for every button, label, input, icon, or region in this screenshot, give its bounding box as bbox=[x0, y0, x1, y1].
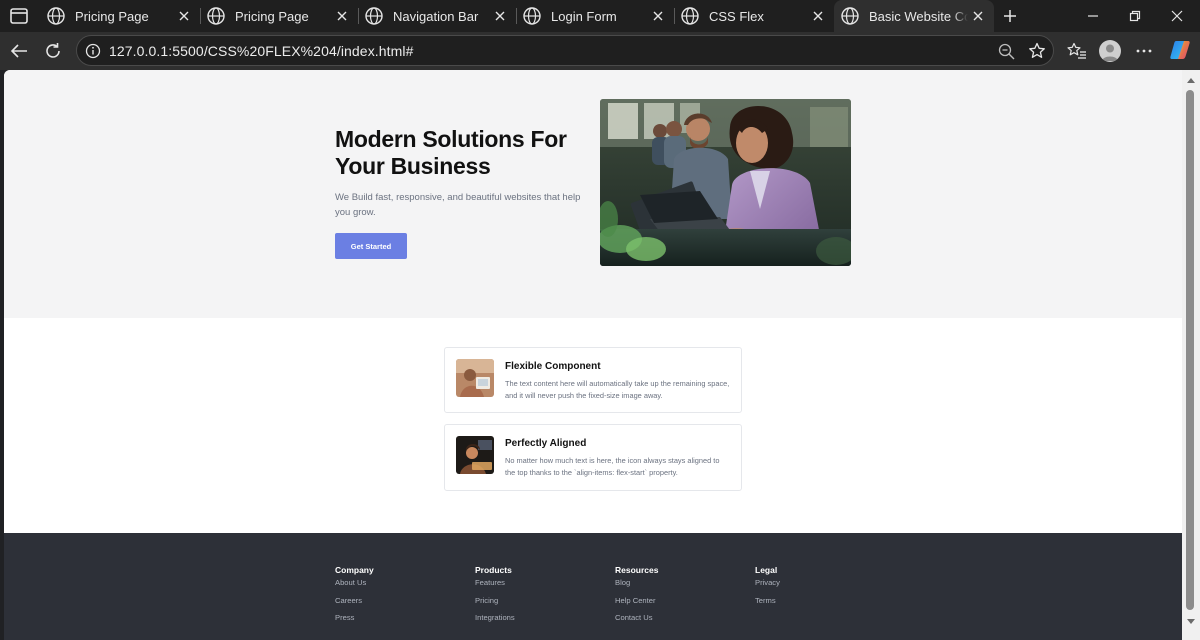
hero-title: Modern Solutions For Your Business bbox=[335, 126, 567, 179]
close-icon[interactable] bbox=[968, 6, 988, 26]
footer-link[interactable]: Careers bbox=[335, 595, 455, 613]
close-icon[interactable] bbox=[808, 6, 828, 26]
refresh-icon bbox=[46, 43, 60, 58]
hero-subtitle: We Build fast, responsive, and beautiful… bbox=[335, 192, 581, 218]
close-icon bbox=[1171, 10, 1183, 22]
globe-icon bbox=[207, 7, 225, 25]
info-icon[interactable] bbox=[83, 41, 103, 61]
globe-icon bbox=[681, 7, 699, 25]
globe-icon bbox=[47, 7, 65, 25]
arrow-left-icon bbox=[10, 44, 27, 58]
footer-link[interactable]: Features bbox=[475, 577, 595, 595]
globe-icon bbox=[523, 7, 541, 25]
card-title: Perfectly Aligned bbox=[505, 438, 587, 449]
footer-link[interactable]: Terms bbox=[755, 595, 875, 613]
tab-strip: Pricing Page Pricing Page Navigation Bar… bbox=[0, 0, 1200, 32]
browser-toolbar: 127.0.0.1:5500/CSS%20FLEX%204/index.html… bbox=[0, 32, 1200, 70]
page-viewport: Modern Solutions For Your Business We Bu… bbox=[4, 70, 1182, 640]
zoom-out-icon[interactable] bbox=[996, 41, 1016, 61]
footer-link[interactable]: About Us bbox=[335, 577, 455, 595]
footer-link[interactable]: Help Center bbox=[615, 595, 735, 613]
more-horizontal-icon bbox=[1136, 49, 1152, 53]
globe-icon bbox=[841, 7, 859, 25]
close-icon[interactable] bbox=[648, 6, 668, 26]
card-thumbnail bbox=[456, 359, 494, 397]
new-tab-button[interactable] bbox=[998, 4, 1022, 28]
card-description: The text content here will automatically… bbox=[505, 379, 730, 400]
tab-navigation-bar[interactable]: Navigation Bar bbox=[358, 0, 516, 32]
minimize-button[interactable] bbox=[1070, 0, 1116, 32]
favorites-button[interactable] bbox=[1064, 38, 1090, 64]
feature-card-aligned: Perfectly Aligned No matter how much tex… bbox=[444, 424, 742, 491]
favorite-star-icon[interactable] bbox=[1027, 41, 1047, 61]
more-options-button[interactable] bbox=[1131, 38, 1157, 64]
tab-title: Login Form bbox=[551, 8, 617, 24]
footer-heading: Company bbox=[335, 565, 374, 575]
footer-link[interactable]: Contact Us bbox=[615, 612, 735, 630]
tab-pricing-page-2[interactable]: Pricing Page bbox=[200, 0, 358, 32]
tab-actions-icon[interactable] bbox=[8, 6, 30, 26]
tab-basic-website-components[interactable]: Basic Website Comp bbox=[834, 0, 994, 32]
tab-title: CSS Flex bbox=[709, 8, 764, 24]
hero-image bbox=[600, 99, 851, 266]
globe-icon bbox=[365, 7, 383, 25]
footer-link[interactable]: Integrations bbox=[475, 612, 595, 630]
site-footer: Company About Us Careers Press Products … bbox=[4, 533, 1182, 640]
card-title: Flexible Component bbox=[505, 361, 601, 372]
footer-heading: Products bbox=[475, 565, 512, 575]
footer-link[interactable]: Privacy bbox=[755, 577, 875, 595]
url-text[interactable]: 127.0.0.1:5500/CSS%20FLEX%204/index.html… bbox=[109, 43, 414, 59]
close-window-button[interactable] bbox=[1154, 0, 1200, 32]
scroll-down-icon[interactable] bbox=[1186, 618, 1196, 626]
restore-button[interactable] bbox=[1112, 0, 1158, 32]
get-started-button[interactable]: Get Started bbox=[335, 233, 407, 259]
plus-icon bbox=[1004, 10, 1016, 22]
card-thumbnail bbox=[456, 436, 494, 474]
card-description: No matter how much text is here, the ico… bbox=[505, 456, 720, 477]
copilot-icon[interactable] bbox=[1168, 38, 1192, 62]
close-icon[interactable] bbox=[174, 6, 194, 26]
vertical-scrollbar[interactable] bbox=[1182, 70, 1200, 640]
footer-column-products: Products Features Pricing Integrations bbox=[475, 565, 595, 630]
close-icon[interactable] bbox=[490, 6, 510, 26]
footer-link[interactable]: Press bbox=[335, 612, 455, 630]
footer-link[interactable]: Blog bbox=[615, 577, 735, 595]
profile-avatar[interactable] bbox=[1099, 40, 1121, 62]
close-icon[interactable] bbox=[332, 6, 352, 26]
footer-heading: Legal bbox=[755, 565, 778, 575]
hero-text: Modern Solutions For Your Business We Bu… bbox=[335, 126, 595, 220]
footer-link[interactable]: Pricing bbox=[475, 595, 595, 613]
scroll-up-icon[interactable] bbox=[1186, 76, 1196, 84]
refresh-button[interactable] bbox=[40, 38, 66, 64]
feature-card-flexible: Flexible Component The text content here… bbox=[444, 347, 742, 413]
scrollbar-thumb[interactable] bbox=[1186, 90, 1194, 610]
footer-column-resources: Resources Blog Help Center Contact Us bbox=[615, 565, 735, 630]
address-bar[interactable]: 127.0.0.1:5500/CSS%20FLEX%204/index.html… bbox=[76, 35, 1054, 66]
back-button[interactable] bbox=[6, 38, 32, 64]
restore-icon bbox=[1129, 10, 1141, 22]
tab-css-flex[interactable]: CSS Flex bbox=[674, 0, 834, 32]
footer-column-company: Company About Us Careers Press bbox=[335, 565, 455, 630]
tab-login-form[interactable]: Login Form bbox=[516, 0, 674, 32]
minimize-icon bbox=[1088, 15, 1098, 17]
favorites-icon bbox=[1067, 42, 1086, 59]
hero-section: Modern Solutions For Your Business We Bu… bbox=[4, 70, 1182, 318]
footer-column-legal: Legal Privacy Terms bbox=[755, 565, 875, 612]
tab-title: Navigation Bar bbox=[393, 8, 479, 24]
tab-pricing-page-1[interactable]: Pricing Page bbox=[40, 0, 200, 32]
footer-heading: Resources bbox=[615, 565, 659, 575]
tab-title: Basic Website Comp bbox=[869, 8, 968, 24]
tab-title: Pricing Page bbox=[235, 8, 309, 24]
tab-title: Pricing Page bbox=[75, 8, 149, 24]
